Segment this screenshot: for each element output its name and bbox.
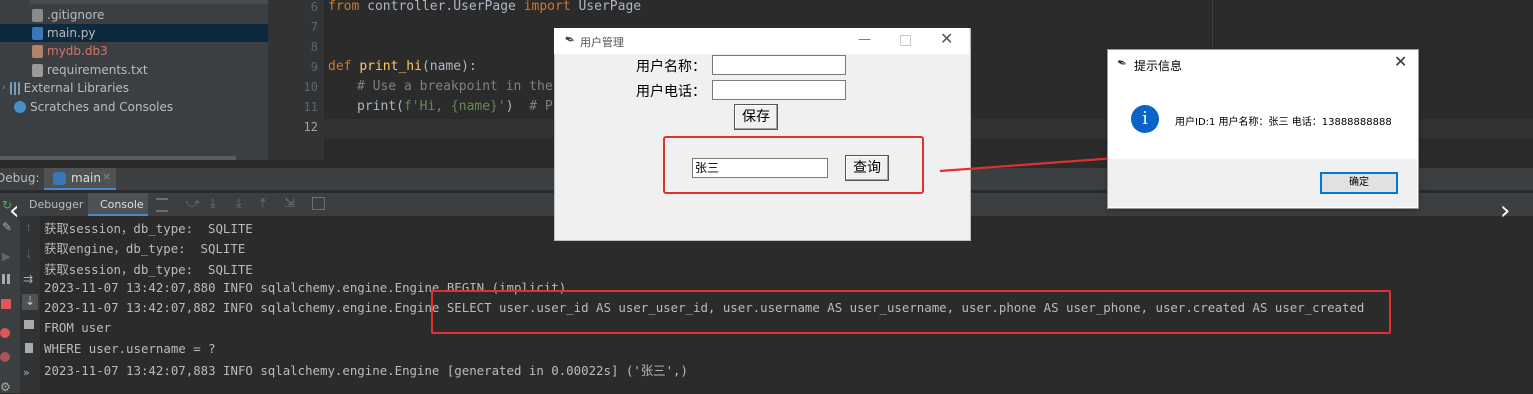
debug-label: Debug:: [0, 171, 40, 185]
message-box-title: 提示信息: [1134, 59, 1183, 73]
code-token: ): [505, 99, 530, 114]
query-highlight-box: [663, 136, 924, 194]
tree-item-label: External Libraries: [23, 81, 130, 95]
phone-input[interactable]: [712, 80, 846, 100]
name-input[interactable]: [712, 55, 846, 75]
close-icon[interactable]: ✕: [940, 29, 953, 48]
name-label: 用户名称：: [636, 59, 706, 75]
trash-icon[interactable]: [25, 343, 33, 353]
line-number: 12: [303, 120, 318, 134]
line-number: 11: [303, 100, 318, 114]
tree-item-main-py[interactable]: main.py: [0, 24, 268, 42]
pause-icon[interactable]: [2, 274, 5, 284]
tab-console-label: Console: [100, 198, 144, 211]
up-arrow-icon[interactable]: ↑: [24, 222, 33, 235]
stop-icon[interactable]: [1, 299, 11, 309]
gear-icon[interactable]: ⚙: [0, 380, 11, 394]
line-number: 10: [303, 80, 318, 94]
step-into-icon[interactable]: ⤓: [210, 196, 216, 211]
code-line-11: print(f'Hi, {name}') # Pre: [357, 99, 568, 114]
tree-row-partial: [30, 0, 268, 4]
library-icon: [9, 81, 20, 95]
more-icon[interactable]: »: [23, 366, 30, 379]
ok-button[interactable]: 确定: [1320, 172, 1398, 194]
menu-icon[interactable]: [156, 198, 168, 212]
code-token: print(: [357, 99, 404, 114]
line-number: 7: [310, 20, 318, 34]
line-number: 8: [310, 40, 318, 54]
code-line-6: from controller.UserPage import UserPage: [328, 0, 641, 14]
step-over-icon[interactable]: ⤻: [186, 196, 200, 211]
phone-label: 用户电话：: [636, 84, 706, 100]
scroll-to-end-glyph: ⇣: [25, 294, 36, 308]
step-out-icon[interactable]: ⤒: [260, 196, 266, 211]
message-text: 用户ID:1 用户名称：张三 电话：13888888888: [1175, 117, 1392, 128]
tree-item-requirements[interactable]: requirements.txt: [32, 61, 268, 79]
database-file-icon: [32, 44, 43, 58]
breakpoints-icon[interactable]: [0, 328, 10, 338]
close-icon[interactable]: ✕: [1394, 52, 1407, 71]
code-token: (name):: [421, 59, 477, 74]
maximize-icon[interactable]: [900, 35, 911, 46]
previous-arrow-icon[interactable]: ‹: [9, 196, 19, 226]
run-to-cursor-icon[interactable]: ⇲: [284, 196, 295, 211]
mute-breakpoints-icon[interactable]: [0, 352, 10, 362]
run-tab-label: main: [71, 171, 101, 185]
line-number: 9: [310, 60, 318, 74]
code-token: UserPage: [570, 0, 642, 14]
code-token: print_hi: [359, 59, 422, 74]
console-line: 2023-11-07 13:42:07,883 INFO sqlalchemy.…: [44, 363, 688, 378]
code-token: controller.UserPage: [359, 0, 524, 14]
down-arrow-icon[interactable]: ↓: [24, 248, 33, 261]
tree-item-label: .gitignore: [47, 8, 105, 22]
tree-item-label: Scratches and Consoles: [30, 100, 174, 114]
print-icon[interactable]: [24, 320, 34, 329]
console-line: 获取session，db_type: SQLITE: [44, 221, 253, 236]
scratches-icon: [14, 101, 26, 113]
console-line: 获取engine，db_type: SQLITE: [44, 241, 246, 256]
code-token: import: [523, 0, 571, 14]
code-line-9: def print_hi(name):: [328, 59, 477, 74]
next-arrow-icon[interactable]: ›: [1500, 196, 1510, 226]
step-into-my-code-icon[interactable]: ⤓: [236, 196, 242, 211]
tree-item-mydb[interactable]: mydb.db3: [32, 42, 268, 60]
tree-item-label: main.py: [47, 26, 96, 40]
evaluate-icon[interactable]: [312, 197, 325, 210]
python-icon: [53, 172, 66, 185]
save-button[interactable]: 保存: [734, 104, 778, 130]
window-title: 用户管理: [580, 36, 624, 49]
tree-item-label: mydb.db3: [47, 44, 108, 58]
console-line: FROM user: [44, 320, 112, 335]
tab-debugger-label: Debugger: [29, 198, 84, 211]
file-icon: [32, 8, 43, 22]
tree-item-external-libraries[interactable]: › External Libraries: [2, 79, 268, 97]
tree-item-scratches[interactable]: Scratches and Consoles: [14, 98, 268, 116]
minimize-icon[interactable]: —: [858, 32, 871, 47]
code-line-10: # Use a breakpoint in the c: [357, 79, 569, 94]
sql-highlight-box: [431, 290, 1391, 334]
code-token: from: [328, 0, 360, 14]
soft-wrap-icon[interactable]: ⇉: [23, 272, 33, 286]
console-line: WHERE user.username = ?: [44, 341, 216, 356]
text-file-icon: [32, 63, 43, 77]
code-token: f'Hi, {name}': [403, 99, 506, 114]
line-number: 6: [310, 0, 318, 14]
code-token: def: [328, 59, 352, 74]
close-icon[interactable]: ×: [102, 170, 111, 183]
tree-item-label: requirements.txt: [47, 63, 148, 77]
tree-item-gitignore[interactable]: .gitignore: [32, 6, 268, 24]
chevron-right-icon: ›: [2, 83, 6, 93]
resume-icon[interactable]: ▶: [2, 250, 10, 263]
info-icon: i: [1131, 105, 1159, 133]
python-file-icon: [32, 26, 43, 40]
console-line: 获取session，db_type: SQLITE: [44, 262, 253, 277]
